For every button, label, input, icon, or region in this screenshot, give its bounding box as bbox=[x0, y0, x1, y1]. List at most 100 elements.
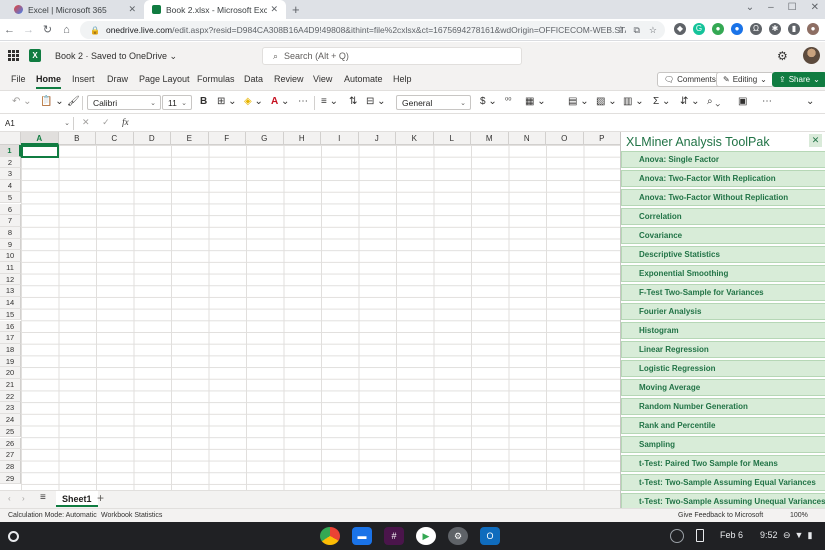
system-tray[interactable]: ⊖ ▼ ▮ bbox=[783, 530, 812, 541]
close-tab-icon[interactable]: ✕ bbox=[270, 4, 278, 15]
column-header-e[interactable]: E bbox=[171, 132, 209, 145]
row-header-2[interactable]: 2 bbox=[0, 156, 21, 169]
borders-icon[interactable]: ⊞ ⌄ bbox=[217, 96, 237, 107]
autosum-icon[interactable]: Σ ⌄ bbox=[653, 96, 670, 107]
profile-icon[interactable]: ● bbox=[807, 23, 819, 35]
more-commands-icon[interactable]: ⋯ bbox=[762, 96, 772, 107]
tab-file[interactable]: File bbox=[11, 74, 26, 84]
tool-item[interactable]: Rank and Percentile bbox=[621, 417, 825, 434]
puzzle-extensions-icon[interactable]: ✱ bbox=[769, 23, 781, 35]
sheet-tab-sheet1[interactable]: Sheet1 bbox=[56, 491, 98, 507]
new-tab-icon[interactable]: + bbox=[292, 2, 300, 17]
reload-icon[interactable]: ↻ bbox=[38, 23, 57, 36]
format-as-table-icon[interactable]: ▤ ⌄ bbox=[568, 96, 589, 107]
fill-color-icon[interactable]: ◈ ⌄ bbox=[244, 96, 263, 107]
row-header-10[interactable]: 10 bbox=[0, 250, 21, 262]
row-header-18[interactable]: 18 bbox=[0, 343, 21, 356]
forward-icon[interactable]: → bbox=[19, 24, 38, 36]
phone-hub-icon[interactable] bbox=[696, 529, 704, 542]
font-size-select[interactable]: 11 ⌄ bbox=[162, 95, 192, 110]
cell-styles-icon[interactable]: ▧ ⌄ bbox=[596, 96, 617, 107]
tool-item[interactable]: Covariance bbox=[621, 227, 825, 244]
settings-icon[interactable]: ⚙ bbox=[448, 527, 468, 545]
tool-item[interactable]: Histogram bbox=[621, 322, 825, 339]
chrome-icon[interactable] bbox=[320, 527, 340, 545]
all-sheets-icon[interactable]: ≡ bbox=[40, 492, 46, 503]
add-sheet-icon[interactable]: + bbox=[97, 491, 104, 505]
tool-item[interactable]: Exponential Smoothing bbox=[621, 265, 825, 282]
column-header-f[interactable]: F bbox=[208, 132, 246, 145]
row-header-4[interactable]: 4 bbox=[0, 180, 21, 192]
sort-filter-icon[interactable]: ⇵ ⌄ bbox=[680, 96, 700, 107]
row-header-6[interactable]: 6 bbox=[0, 203, 21, 216]
column-header-j[interactable]: J bbox=[358, 132, 396, 145]
files-icon[interactable]: ▬ bbox=[352, 527, 372, 545]
launcher-icon[interactable] bbox=[8, 531, 19, 542]
share-page-icon[interactable]: ⇪ bbox=[617, 25, 625, 36]
row-header-9[interactable]: 9 bbox=[0, 238, 21, 251]
document-name[interactable]: Book 2 · Saved to OneDrive ⌄ bbox=[55, 51, 177, 62]
row-header-17[interactable]: 17 bbox=[0, 332, 21, 344]
insert-function-icon[interactable]: fx bbox=[122, 117, 129, 127]
tab-view[interactable]: View bbox=[313, 74, 332, 84]
row-header-27[interactable]: 27 bbox=[0, 449, 21, 461]
tab-draw[interactable]: Draw bbox=[107, 74, 128, 84]
comments-button[interactable]: 🗨 Comments bbox=[657, 72, 723, 87]
app-launcher-icon[interactable] bbox=[8, 50, 19, 61]
close-tab-icon[interactable]: ✕ bbox=[128, 4, 136, 15]
tab-review[interactable]: Review bbox=[274, 74, 304, 84]
column-header-c[interactable]: C bbox=[96, 132, 134, 145]
row-header-12[interactable]: 12 bbox=[0, 273, 21, 286]
column-header-i[interactable]: I bbox=[321, 132, 359, 145]
column-header-o[interactable]: O bbox=[546, 132, 584, 145]
wrap-text-icon[interactable]: ⇅ bbox=[349, 96, 357, 107]
row-header-1[interactable]: 1 bbox=[0, 145, 21, 157]
tool-item[interactable]: Descriptive Statistics bbox=[621, 246, 825, 263]
name-box[interactable]: A1 ⌄ bbox=[2, 117, 74, 130]
workbook-statistics[interactable]: Workbook Statistics bbox=[101, 512, 162, 519]
tool-item[interactable]: F-Test Two-Sample for Variances bbox=[621, 284, 825, 301]
merge-cells-icon[interactable]: ⊟ ⌄ bbox=[366, 96, 386, 107]
column-header-l[interactable]: L bbox=[433, 132, 471, 145]
tool-item[interactable]: Correlation bbox=[621, 208, 825, 225]
tool-item[interactable]: t-Test: Two-Sample Assuming Unequal Vari… bbox=[621, 493, 825, 508]
tab-formulas[interactable]: Formulas bbox=[197, 74, 235, 84]
maximize-icon[interactable]: ☐ bbox=[788, 2, 797, 13]
row-header-16[interactable]: 16 bbox=[0, 320, 21, 333]
slack-icon[interactable]: # bbox=[384, 527, 404, 545]
format-painter-icon[interactable]: 🖌 bbox=[67, 96, 80, 107]
extension-icon[interactable]: ● bbox=[712, 23, 724, 35]
share-button[interactable]: ⇪ Share ⌄ bbox=[772, 72, 825, 87]
row-header-8[interactable]: 8 bbox=[0, 226, 21, 239]
browser-tab-book2[interactable]: Book 2.xlsx - Microsoft Excel Onl ✕ bbox=[144, 0, 286, 19]
feedback-link[interactable]: Give Feedback to Microsoft bbox=[678, 512, 763, 519]
tool-item[interactable]: Anova: Single Factor bbox=[621, 151, 825, 168]
row-header-13[interactable]: 13 bbox=[0, 285, 21, 298]
column-header-p[interactable]: P bbox=[583, 132, 620, 145]
tool-item[interactable]: Logistic Regression bbox=[621, 360, 825, 377]
insert-cells-icon[interactable]: ▥ ⌄ bbox=[623, 96, 644, 107]
lock-icon[interactable]: 🔒 bbox=[90, 26, 100, 35]
column-header-a[interactable]: A bbox=[21, 132, 59, 145]
shelf-date[interactable]: Feb 6 bbox=[720, 530, 743, 540]
analyze-data-icon[interactable]: ▣ bbox=[738, 96, 747, 107]
row-header-29[interactable]: 29 bbox=[0, 472, 21, 485]
editing-mode-button[interactable]: ✎ Editing ⌄ bbox=[716, 72, 774, 87]
gear-icon[interactable]: ⚙ bbox=[777, 49, 788, 63]
holding-space-icon[interactable] bbox=[670, 529, 684, 543]
avatar[interactable] bbox=[803, 47, 820, 64]
tool-item[interactable]: Random Number Generation bbox=[621, 398, 825, 415]
tool-item[interactable]: Anova: Two-Factor With Replication bbox=[621, 170, 825, 187]
side-panel-icon[interactable]: ▮ bbox=[788, 23, 800, 35]
column-header-k[interactable]: K bbox=[396, 132, 434, 145]
row-header-5[interactable]: 5 bbox=[0, 191, 21, 204]
row-header-7[interactable]: 7 bbox=[0, 215, 21, 227]
paste-icon[interactable]: 📋 ⌄ bbox=[40, 96, 64, 107]
back-icon[interactable]: ← bbox=[0, 24, 19, 36]
tool-item[interactable]: Moving Average bbox=[621, 379, 825, 396]
enter-icon[interactable]: ✓ bbox=[102, 117, 110, 127]
column-header-h[interactable]: H bbox=[283, 132, 321, 145]
row-header-15[interactable]: 15 bbox=[0, 308, 21, 321]
browser-tab-excel-365[interactable]: Excel | Microsoft 365 ✕ bbox=[6, 0, 144, 19]
close-icon[interactable]: ✕ bbox=[809, 134, 822, 147]
